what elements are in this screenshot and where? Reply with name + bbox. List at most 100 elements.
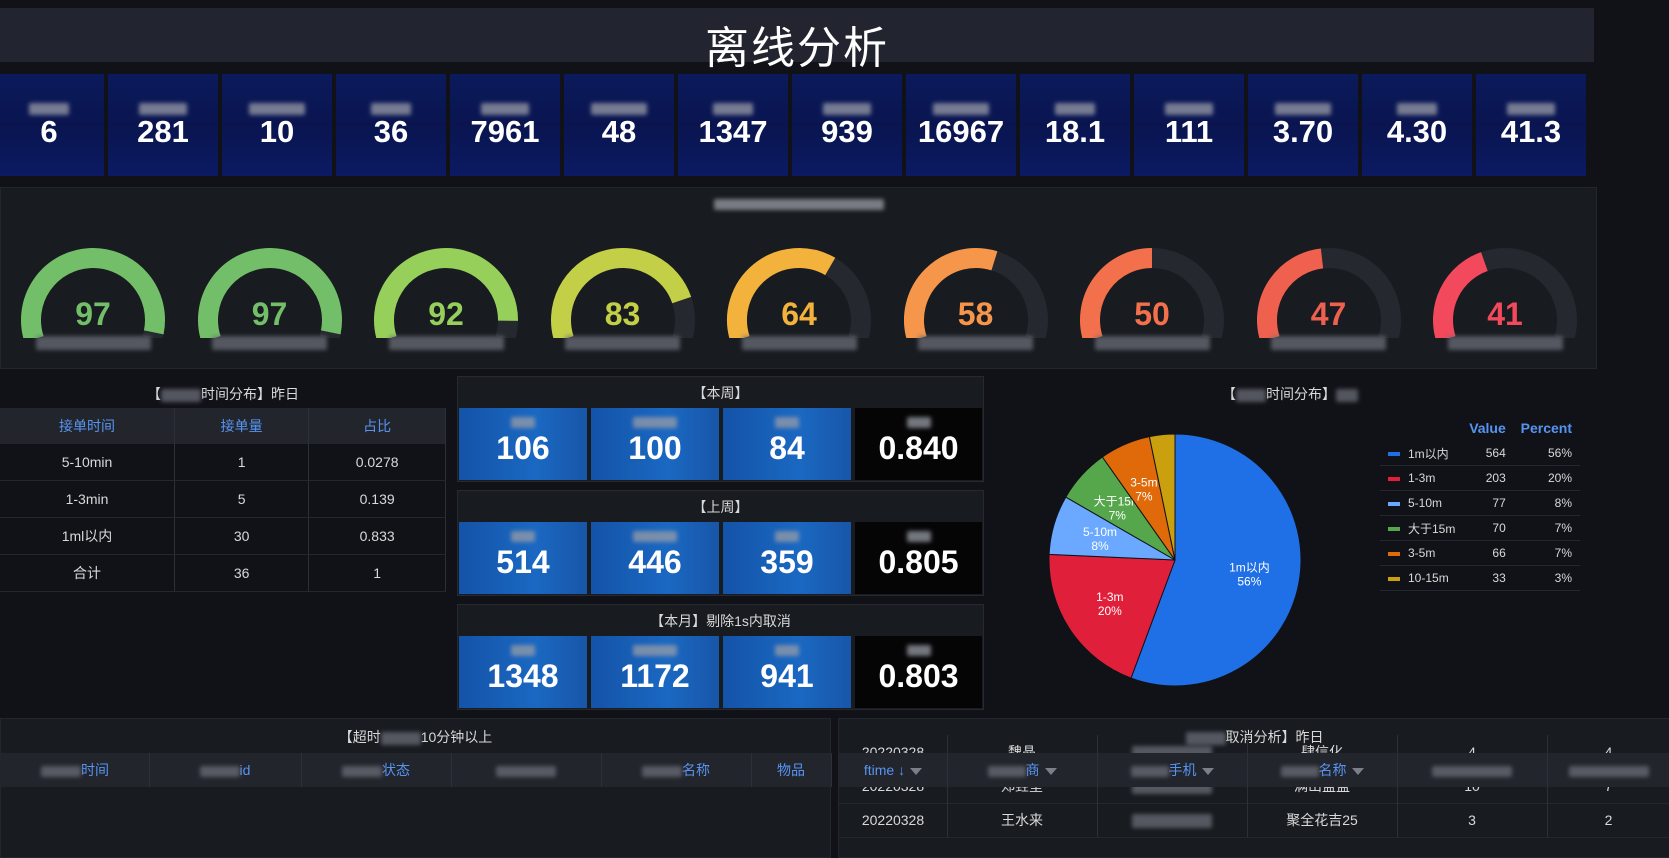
- table-row: 1ml以内 30 0.833: [0, 517, 446, 555]
- timeout-table-column-header[interactable]: 状态: [301, 753, 452, 787]
- cancel-table-column-header[interactable]: [1397, 753, 1548, 787]
- legend-swatch: [1388, 501, 1400, 506]
- table-cell: 王水来: [947, 803, 1098, 837]
- time-distribution-table: 接单时间 接单量 占比 5-10min 1 0.0278 1-3min 5 0.139 1ml以…: [0, 408, 446, 592]
- table-cell: 36: [174, 554, 310, 592]
- gauge-label: [543, 334, 703, 352]
- gauge-value: 64: [781, 296, 817, 332]
- stat-value: 7961: [470, 114, 540, 149]
- period-metric: 514: [459, 522, 587, 594]
- pie-slice-label: 1m以内: [1229, 560, 1270, 574]
- legend-value: 70: [1463, 515, 1514, 541]
- legend-name: 1-3m: [1408, 471, 1436, 485]
- stat-value: 16967: [917, 114, 1005, 149]
- legend-swatch: [1388, 551, 1400, 556]
- filter-icon[interactable]: [1351, 767, 1364, 775]
- period-title: 【本周】: [692, 385, 749, 401]
- gauge-value: 97: [251, 296, 288, 332]
- timeout-table-column-header[interactable]: [451, 753, 602, 787]
- filter-icon[interactable]: [910, 767, 923, 775]
- period-metric-value: 1348: [487, 658, 559, 694]
- gauge-label: [896, 334, 1056, 352]
- filter-icon[interactable]: [1044, 767, 1057, 775]
- period-title: 【本月】剔除1s内取消: [650, 613, 791, 629]
- period-metric: 84: [723, 408, 851, 480]
- legend-percent: 3%: [1513, 565, 1580, 591]
- pie-slice-percent: 20%: [1098, 604, 1122, 618]
- left-table-header[interactable]: 接单量: [174, 408, 310, 444]
- gauge-value: 92: [428, 296, 464, 332]
- table-cell: 3: [1397, 803, 1548, 837]
- legend-header-percent[interactable]: Percent: [1514, 415, 1580, 441]
- gauge-label: [1072, 334, 1232, 352]
- timeout-table-column-header[interactable]: id: [149, 753, 302, 787]
- stat-value: 41.3: [1500, 114, 1562, 149]
- gauge: 47: [1249, 238, 1409, 368]
- gauge: 97: [190, 238, 350, 368]
- table-cell: 20220328: [839, 803, 948, 837]
- stat-card: 36: [336, 74, 446, 176]
- pie-slice-label: 1-3m: [1096, 590, 1123, 604]
- cancel-table-column-header[interactable]: 手机: [1097, 753, 1248, 787]
- stat-value: 3.70: [1272, 114, 1334, 149]
- gauge-panel-title: [1, 196, 1596, 214]
- stat-card: 4.30: [1362, 74, 1472, 176]
- timeout-table-column-header[interactable]: 物品: [751, 753, 832, 787]
- table-cell: 合计: [0, 554, 176, 592]
- stat-card: 48: [564, 74, 674, 176]
- period-block: 【本周】 106 100 84 0.840: [457, 376, 984, 482]
- legend-percent: 7%: [1513, 515, 1580, 541]
- timeout-orders-panel: 【超时 10分钟以上 时间 id 状态 名称 物品: [0, 718, 832, 858]
- left-table-header[interactable]: 接单时间: [0, 408, 176, 444]
- legend-header-value[interactable]: Value: [1464, 415, 1514, 441]
- gauge-value: 58: [957, 296, 994, 332]
- stat-card: 1347: [678, 74, 788, 176]
- legend-value: 564: [1463, 441, 1514, 466]
- table-cell: 1: [174, 444, 310, 481]
- period-metric-value: 100: [628, 430, 682, 466]
- pie-slice-percent: 7%: [1109, 508, 1127, 522]
- stat-card: 7961: [450, 74, 560, 176]
- table-row[interactable]: 20220328 王水来 聚全花吉25 3 2: [839, 803, 1669, 838]
- cancel-table-column-header[interactable]: 商: [947, 753, 1098, 787]
- timeout-table-column-header[interactable]: 时间: [1, 753, 150, 787]
- table-cell: 30: [174, 517, 310, 555]
- pie-panel-title: 【时间分布】: [990, 384, 1590, 404]
- legend-row[interactable]: 5-10m 77 8%: [1380, 490, 1580, 516]
- gauge: 50: [1072, 238, 1232, 368]
- cancel-table-column-header[interactable]: 名称: [1247, 753, 1398, 787]
- legend-row[interactable]: 1m以内 564 56%: [1380, 441, 1580, 466]
- table-cell: 0.0278: [308, 444, 446, 481]
- period-metric-value: 0.805: [878, 544, 959, 580]
- period-block: 【本月】剔除1s内取消 1348 1172 941 0.803: [457, 604, 984, 710]
- gauge: 58: [896, 238, 1056, 368]
- filter-icon[interactable]: [1201, 767, 1214, 775]
- stat-card: 16967: [906, 74, 1016, 176]
- legend-row[interactable]: 1-3m 203 20%: [1380, 465, 1580, 491]
- stat-value: 48: [601, 114, 637, 149]
- period-metric: 106: [459, 408, 587, 480]
- gauge-label: [1425, 334, 1585, 352]
- period-metric: 0.840: [855, 408, 982, 480]
- stat-value: 1347: [698, 114, 768, 149]
- timeout-table-header: 时间 id 状态 名称 物品: [1, 753, 832, 787]
- table-cell: 0.139: [308, 480, 446, 518]
- pie-slice-percent: 8%: [1091, 539, 1109, 553]
- legend-swatch: [1388, 576, 1400, 581]
- timeout-table-column-header[interactable]: 名称: [601, 753, 752, 787]
- table-cell: 5: [174, 480, 310, 518]
- period-title: 【上周】: [692, 499, 749, 515]
- legend-row[interactable]: 10-15m 33 3%: [1380, 565, 1580, 591]
- cancel-table-column-header[interactable]: ftime ↓: [839, 753, 948, 787]
- legend-name: 10-15m: [1408, 571, 1449, 585]
- left-table-header[interactable]: 占比: [308, 408, 446, 444]
- legend-row[interactable]: 大于15m 70 7%: [1380, 515, 1580, 541]
- gauge-value: 50: [1134, 296, 1170, 332]
- period-metric-value: 446: [628, 544, 682, 580]
- cancel-table-column-header[interactable]: [1547, 753, 1669, 787]
- period-metric-value: 1172: [620, 658, 690, 694]
- table-cell: 5-10min: [0, 444, 176, 481]
- legend-row[interactable]: 3-5m 66 7%: [1380, 540, 1580, 566]
- stat-card: 6: [0, 74, 104, 176]
- gauge-value: 47: [1310, 296, 1347, 332]
